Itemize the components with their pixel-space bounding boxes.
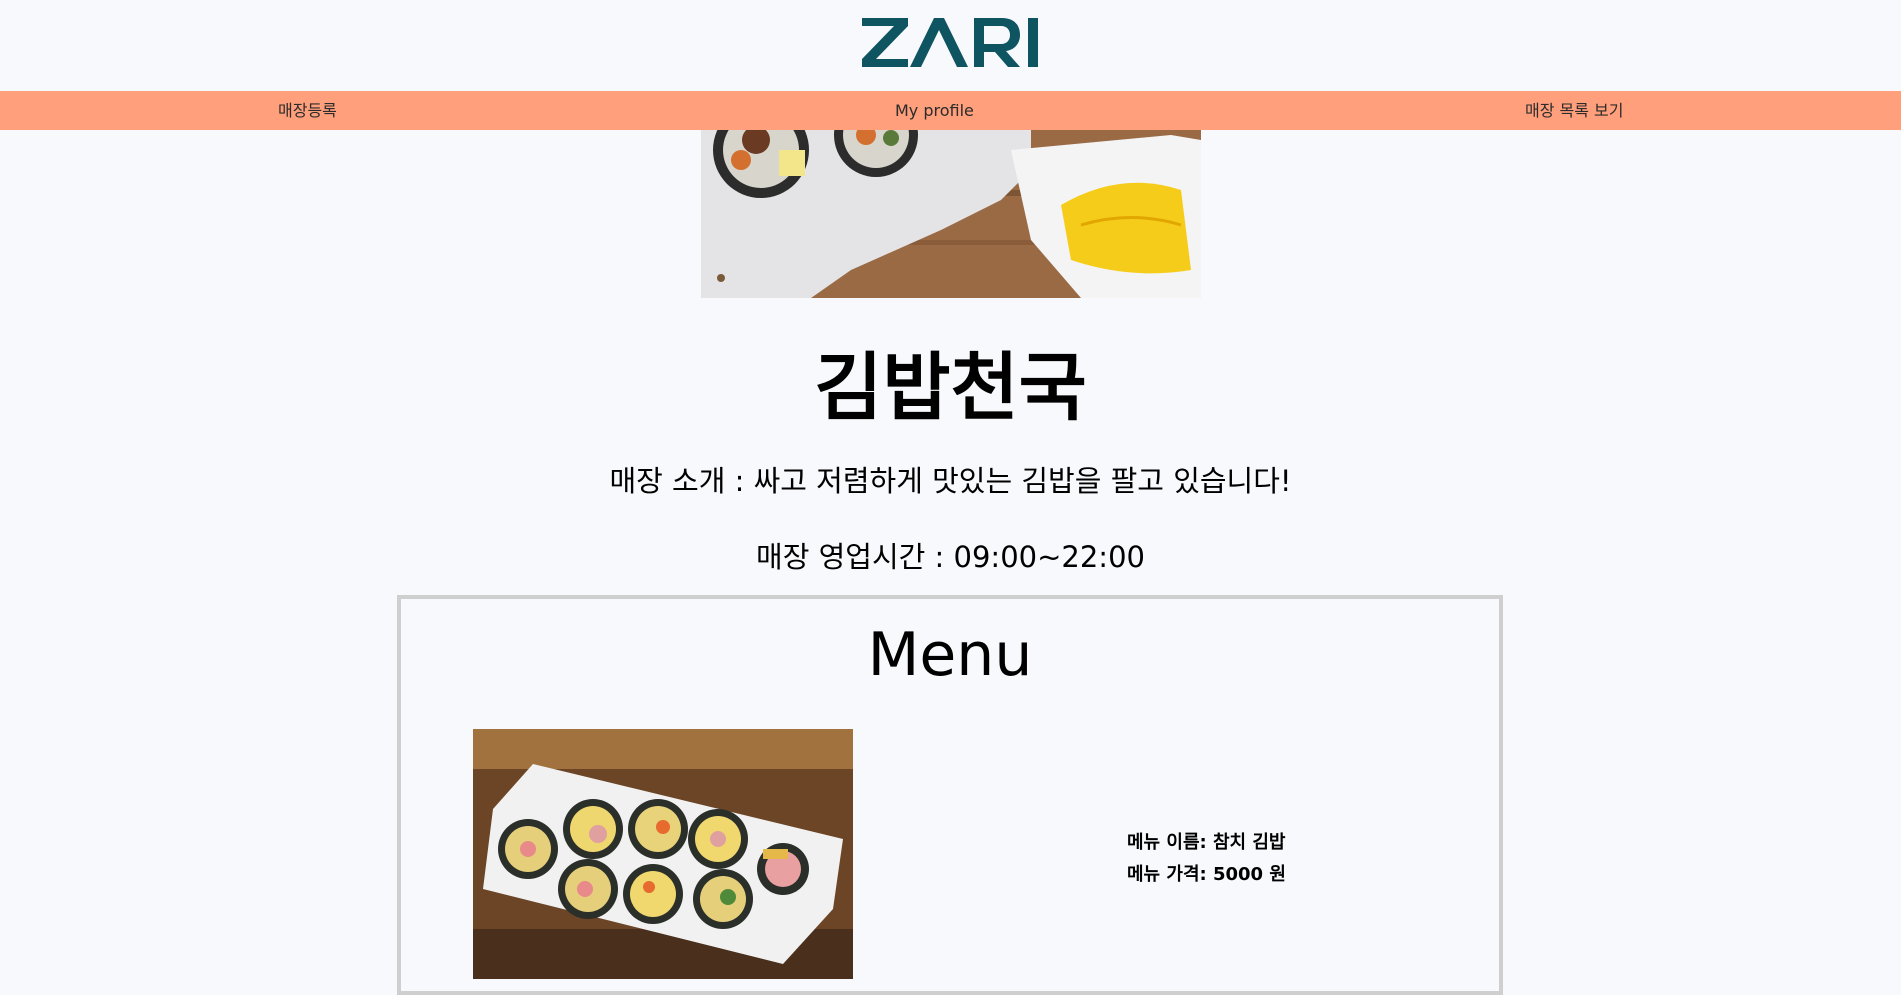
menu-title: Menu (867, 620, 1033, 690)
menu-item-photo[interactable] (473, 729, 853, 979)
main-nav: 매장등록 My profile 매장 목록 보기 (0, 91, 1901, 130)
menu-item-name: 메뉴 이름: 참치 김밥 (1127, 832, 1286, 853)
menu-section: Menu 메뉴 이름: 참치 김밥 메뉴 가격: 5000 원 (397, 595, 1503, 995)
nav-store-list[interactable]: 매장 목록 보기 (1525, 91, 1624, 130)
nav-store-register[interactable]: 매장등록 (278, 91, 337, 130)
menu-item-info: 메뉴 이름: 참치 김밥 메뉴 가격: 5000 원 (1127, 827, 1286, 891)
menu-item-price: 메뉴 가격: 5000 원 (1127, 864, 1286, 885)
store-intro: 매장 소개 : 싸고 저렴하게 맛있는 김밥을 팔고 있습니다! (609, 464, 1292, 498)
site-header (0, 0, 1901, 91)
nav-my-profile[interactable]: My profile (895, 91, 974, 130)
store-photo (701, 130, 1201, 298)
zari-logo[interactable] (862, 12, 1042, 72)
store-name: 김밥천국 (814, 345, 1087, 431)
store-hours: 매장 영업시간 : 09:00~22:00 (756, 540, 1145, 574)
